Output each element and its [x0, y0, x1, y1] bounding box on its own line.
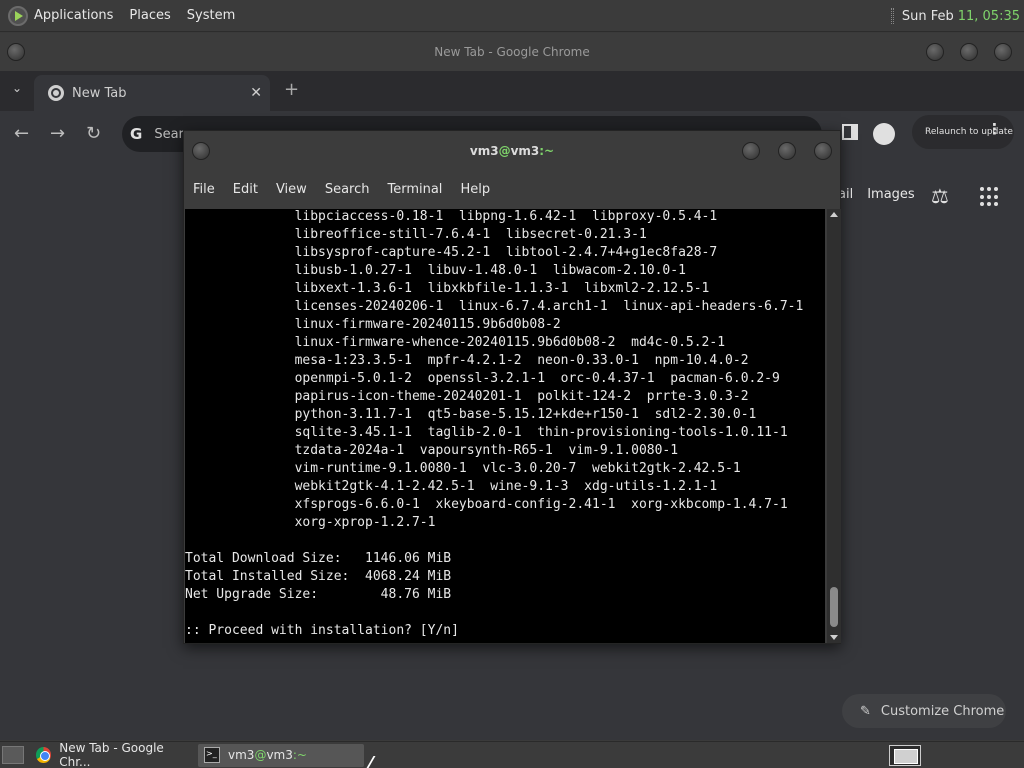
terminal-line: xfsprogs-6.6.0-1 xkeyboard-config-2.41-1…: [185, 497, 788, 512]
tab-close-icon[interactable]: ✕: [250, 85, 262, 101]
terminal-title-host: vm3: [510, 144, 540, 158]
menu-search[interactable]: Search: [325, 182, 370, 197]
terminal-title-suffix: :~: [539, 144, 555, 158]
new-tab-button[interactable]: +: [284, 79, 299, 100]
scrollbar-thumb[interactable]: [830, 587, 838, 627]
terminal-line: linux-firmware-20240115.9b6d0b08-2: [185, 317, 561, 332]
relaunch-to-update-button[interactable]: Relaunch to update ⋮: [912, 115, 1014, 149]
more-menu-icon[interactable]: ⋮: [987, 122, 1002, 137]
terminal-line: libsysprof-capture-45.2-1 libtool-2.4.7+…: [185, 245, 718, 260]
taskbar-term-user: vm3: [228, 748, 255, 762]
clock-time: 11, 05:35: [957, 8, 1020, 24]
terminal-line: vim-runtime-9.1.0080-1 vlc-3.0.20-7 webk…: [185, 461, 741, 476]
terminal-title-user: vm3: [469, 144, 499, 158]
terminal-title-at: @: [498, 144, 511, 158]
terminal-line: licenses-20240206-1 linux-6.7.4.arch1-1 …: [185, 299, 804, 314]
taskbar-term-at: @: [254, 748, 267, 762]
workspace-switcher[interactable]: [889, 745, 921, 766]
terminal-line: libusb-1.0.27-1 libuv-1.48.0-1 libwacom-…: [185, 263, 686, 278]
menu-edit[interactable]: Edit: [233, 182, 258, 197]
terminal-line: python-3.11.7-1 qt5-base-5.15.12+kde+r15…: [185, 407, 757, 422]
tab-strip: ⌄ New Tab ✕ +: [0, 71, 1024, 111]
images-link[interactable]: Images: [867, 187, 915, 202]
clock-date: Sun Feb: [901, 8, 954, 24]
terminal-line: Total Installed Size: 4068.24 MiB: [185, 569, 452, 584]
terminal-line: linux-firmware-whence-20240115.9b6d0b08-…: [185, 335, 726, 350]
terminal-line: libreoffice-still-7.6.4-1 libsecret-0.21…: [185, 227, 647, 242]
side-panel-icon[interactable]: [842, 124, 858, 140]
places-menu[interactable]: Places: [129, 8, 170, 23]
taskbar-term-host: vm3: [266, 748, 293, 762]
profile-avatar-icon[interactable]: [873, 123, 895, 145]
taskbar-chrome-label: New Tab - Google Chr...: [59, 741, 164, 768]
minimize-button[interactable]: [926, 43, 944, 61]
terminal-scrollbar[interactable]: [827, 209, 841, 643]
terminal-line: xorg-xprop-1.2.7-1: [185, 515, 436, 530]
terminal-line: tzdata-2024a-1 vapoursynth-R65-1 vim-9.1…: [185, 443, 679, 458]
google-g-icon: G: [130, 125, 143, 143]
google-apps-grid-icon[interactable]: [980, 187, 1000, 207]
terminal-close-button[interactable]: [814, 142, 832, 160]
window-menu-icon[interactable]: [7, 43, 25, 61]
panel-grip-icon: [890, 8, 894, 24]
terminal-titlebar[interactable]: vm3@vm3:~: [184, 131, 840, 171]
chrome-window-title: New Tab - Google Chrome: [434, 45, 590, 59]
terminal-maximize-button[interactable]: [778, 142, 796, 160]
ntp-links: ail Images: [838, 187, 915, 202]
menu-file[interactable]: File: [193, 182, 215, 197]
tab-title: New Tab: [72, 85, 127, 101]
terminal-line: libxext-1.3.6-1 libxkbfile-1.1.3-1 libxm…: [185, 281, 710, 296]
show-desktop-icon[interactable]: [2, 746, 24, 764]
menu-view[interactable]: View: [276, 182, 307, 197]
taskbar-chrome[interactable]: New Tab - Google Chr...: [30, 741, 192, 768]
chrome-icon: [36, 747, 52, 763]
chrome-favicon-icon: [48, 85, 64, 101]
top-panel: Applications Places System Sun Feb 11, 0…: [0, 0, 1024, 32]
terminal-line: sqlite-3.45.1-1 taglib-2.0-1 thin-provis…: [185, 425, 788, 440]
clock[interactable]: Sun Feb 11, 05:35: [890, 0, 1020, 32]
taskbar-term-suffix: :~: [292, 748, 307, 762]
back-arrow-icon[interactable]: ←: [14, 123, 29, 144]
close-button[interactable]: [994, 43, 1012, 61]
distro-logo-icon[interactable]: [8, 5, 28, 26]
terminal-line: mesa-1:23.3.5-1 mpfr-4.2.1-2 neon-0.33.0…: [185, 353, 749, 368]
terminal-line: papirus-icon-theme-20240201-1 polkit-124…: [185, 389, 749, 404]
terminal-line: openmpi-5.0.1-2 openssl-3.2.1-1 orc-0.4.…: [185, 371, 780, 386]
forward-arrow-icon[interactable]: →: [50, 123, 65, 144]
terminal-minimize-button[interactable]: [742, 142, 760, 160]
terminal-line: Total Download Size: 1146.06 MiB: [185, 551, 452, 566]
scroll-up-arrow-icon[interactable]: [830, 212, 838, 217]
terminal-line: libpciaccess-0.18-1 libpng-1.6.42-1 libp…: [185, 209, 718, 224]
tab-new-tab[interactable]: New Tab ✕: [34, 75, 270, 111]
customize-label: Customize Chrome: [880, 703, 1005, 719]
address-bar-text: Sear: [154, 126, 184, 142]
terminal-icon: >_: [204, 747, 220, 763]
menu-terminal[interactable]: Terminal: [387, 182, 442, 197]
scroll-down-arrow-icon[interactable]: [830, 635, 838, 640]
menu-help[interactable]: Help: [460, 182, 490, 197]
chrome-titlebar[interactable]: New Tab - Google Chrome: [0, 33, 1024, 71]
reload-icon[interactable]: ↻: [86, 123, 101, 144]
pencil-icon: ✎: [860, 703, 871, 719]
applications-menu[interactable]: Applications: [34, 8, 113, 23]
terminal-window: vm3@vm3:~ File Edit View Search Terminal…: [183, 130, 841, 644]
terminal-menubar: File Edit View Search Terminal Help: [184, 171, 840, 207]
maximize-button[interactable]: [960, 43, 978, 61]
bottom-taskbar: New Tab - Google Chr... >_ vm3 @ vm3:~: [0, 741, 1024, 768]
labs-flask-icon[interactable]: ⚖: [931, 184, 949, 208]
terminal-line: :: Proceed with installation? [Y/n]: [185, 623, 459, 638]
system-menu[interactable]: System: [187, 8, 235, 23]
terminal-line: webkit2gtk-4.1-2.42.5-1 wine-9.1-3 xdg-u…: [185, 479, 718, 494]
terminal-window-menu-icon[interactable]: [192, 142, 210, 160]
terminal-output[interactable]: libpciaccess-0.18-1 libpng-1.6.42-1 libp…: [185, 209, 825, 643]
customize-chrome-button[interactable]: ✎ Customize Chrome: [842, 694, 1006, 728]
terminal-line: Net Upgrade Size: 48.76 MiB: [185, 587, 452, 602]
taskbar-terminal[interactable]: >_ vm3 @ vm3:~: [198, 743, 364, 767]
tab-search-chevron-icon[interactable]: ⌄: [12, 81, 22, 95]
